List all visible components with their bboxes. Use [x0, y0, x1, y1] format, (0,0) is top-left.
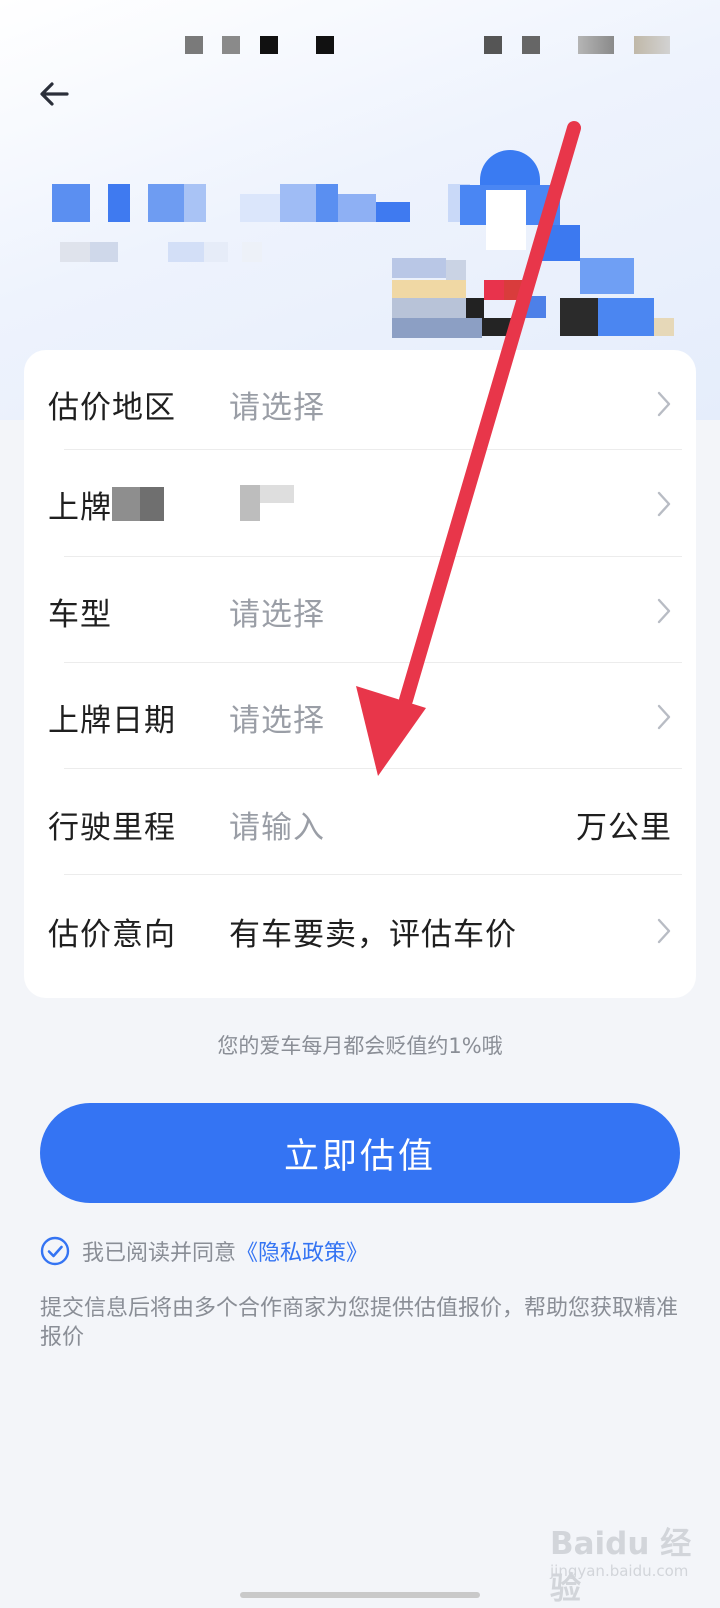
- divider: [64, 874, 682, 875]
- row-intent[interactable]: 估价意向 有车要卖，评估车价: [24, 877, 696, 985]
- row-plate-date[interactable]: 上牌日期 请选择: [24, 663, 696, 771]
- row-car-model[interactable]: 车型 请选择: [24, 557, 696, 665]
- disclaimer-text: 提交信息后将由多个合作商家为您提供估值报价，帮助您获取精准报价: [40, 1296, 679, 1350]
- car-model-select[interactable]: 请选择: [229, 589, 325, 634]
- back-button[interactable]: [30, 70, 78, 118]
- privacy-agreement: 我已阅读并同意 《隐私政策》: [40, 1234, 368, 1268]
- status-icon: [522, 36, 540, 54]
- row-mileage[interactable]: 行驶里程 请输入 万公里: [24, 770, 696, 878]
- status-bar: [0, 0, 720, 90]
- mileage-input[interactable]: 请输入: [229, 802, 325, 847]
- depreciation-tip: 您的爱车每月都会贬值约1%哦: [217, 1034, 503, 1058]
- row-label: 车型: [48, 596, 112, 633]
- row-label: 上牌日期: [48, 702, 176, 739]
- watermark-url: jingyan.baidu.com: [550, 1562, 689, 1580]
- chevron-right-icon: [657, 491, 671, 517]
- status-icon: [185, 36, 203, 54]
- status-icon: [316, 36, 334, 54]
- agreement-text: 我已阅读并同意: [82, 1241, 237, 1266]
- row-label: 行驶里程: [48, 809, 176, 846]
- back-arrow-icon: [40, 82, 69, 106]
- chevron-right-icon: [657, 704, 671, 730]
- status-icon: [260, 36, 278, 54]
- chevron-right-icon: [657, 918, 671, 944]
- status-icon: [578, 36, 614, 54]
- status-icon: [222, 36, 240, 54]
- home-indicator[interactable]: [240, 1592, 480, 1598]
- checkbox-checked-icon[interactable]: [40, 1236, 70, 1266]
- privacy-policy-link[interactable]: 《隐私政策》: [236, 1235, 368, 1267]
- valuate-button[interactable]: 立即估值: [40, 1103, 680, 1203]
- row-label: 估价意向: [48, 916, 176, 953]
- row-plate-city[interactable]: 上牌: [24, 450, 696, 558]
- chevron-right-icon: [657, 391, 671, 417]
- region-select[interactable]: 请选择: [229, 382, 325, 427]
- row-label: 上牌: [48, 489, 112, 526]
- baidu-watermark: Baidu 经验 jingyan.baidu.com: [550, 1518, 700, 1607]
- valuation-form: 估价地区 请选择 上牌 车型 请选择 上牌日期 请选择 行驶里程 请输入 万公里…: [24, 350, 696, 998]
- divider: [64, 768, 682, 769]
- mileage-unit: 万公里: [576, 809, 672, 846]
- intent-select[interactable]: 有车要卖，评估车价: [229, 909, 517, 954]
- plate-date-select[interactable]: 请选择: [229, 695, 325, 740]
- chevron-right-icon: [657, 598, 671, 624]
- battery-icon: [634, 36, 670, 54]
- row-region[interactable]: 估价地区 请选择: [24, 350, 696, 458]
- row-label: 估价地区: [48, 389, 176, 426]
- status-icon: [484, 36, 502, 54]
